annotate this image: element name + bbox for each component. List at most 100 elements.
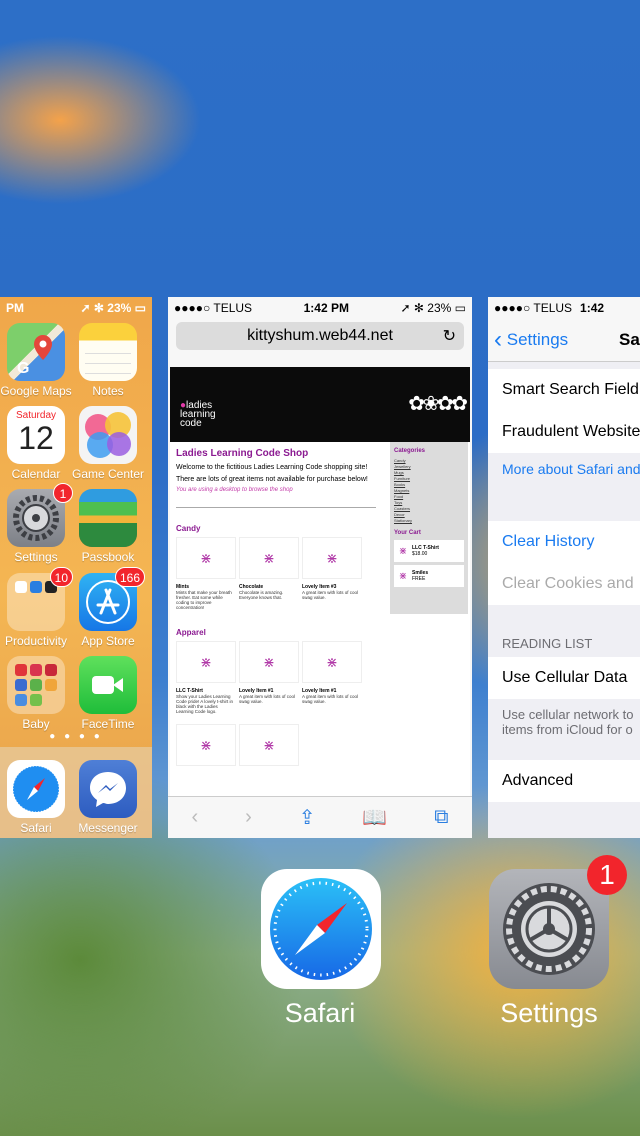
battery-icon: ▭: [134, 301, 146, 315]
status-time: PM: [6, 301, 24, 315]
reload-icon[interactable]: ↻: [443, 326, 456, 346]
share-icon[interactable]: ⇪: [299, 805, 316, 830]
notes-icon: [79, 323, 137, 381]
row-use-cellular-data[interactable]: Use Cellular Data: [488, 657, 640, 699]
categories-title: Categories: [394, 448, 426, 454]
svg-text:G: G: [17, 360, 29, 377]
cart-item[interactable]: ⋇ Smiles FREE: [394, 565, 464, 587]
row-label: Fraudulent Website: [502, 423, 640, 440]
section-title-apparel: Apparel: [176, 628, 206, 637]
safari-toolbar: ‹ › ⇪ 📖 ⧉: [168, 796, 472, 838]
product-image-icon: ⋇: [239, 641, 299, 683]
passbook-icon: [79, 489, 137, 547]
status-battery-group: ➚ ✻ 23% ▭: [400, 301, 467, 315]
dock-app-messenger[interactable]: Messenger: [70, 760, 146, 835]
address-bar[interactable]: kittyshum.web44.net ↻: [176, 322, 464, 350]
status-bar: ●●●●○ TELUS 1:42 PM ➚ ✻ 23% ▭: [168, 297, 472, 319]
navigation-bar: ‹ Settings Saf: [488, 319, 640, 362]
divider: [176, 507, 376, 508]
home-screen-card[interactable]: PM ➚ ✻ 23% ▭ G Google Maps Notes Saturda…: [0, 297, 152, 838]
app-passbook[interactable]: Passbook: [70, 489, 146, 564]
app-calendar[interactable]: Saturday 12 Calendar: [0, 406, 74, 481]
product-card[interactable]: ⋇ Lovely Item #1 A great item with lots of…: [302, 641, 362, 714]
cellular-footer-text: Use cellular network to: [502, 707, 634, 722]
nav-title: Saf: [619, 330, 640, 349]
row-advanced[interactable]: Advanced: [488, 760, 640, 802]
app-facetime[interactable]: FaceTime: [70, 656, 146, 731]
product-desc: Show your Ladies Learning Code pride! A …: [176, 694, 234, 714]
product-image-icon: ⋇: [302, 537, 362, 579]
battery-percent: 23%: [107, 301, 132, 315]
product-card[interactable]: ⋇ Lovely Item #1 A great item with lots of…: [239, 641, 299, 714]
more-about-link[interactable]: More about Safari and: [502, 461, 640, 477]
app-label: Messenger: [78, 821, 138, 835]
product-card[interactable]: ⋇ Lovely Item #3 A great item with lots of…: [302, 537, 362, 610]
row-fraudulent-website[interactable]: Fraudulent Website: [488, 411, 640, 453]
forward-chevron-icon[interactable]: ›: [245, 806, 252, 829]
product-image-icon: ⋇: [176, 641, 236, 683]
product-image-icon[interactable]: ⋇: [239, 724, 299, 766]
back-chevron-icon[interactable]: ‹: [191, 806, 198, 829]
battery-icon: ▭: [454, 301, 466, 315]
product-image-icon: ⋇: [239, 537, 299, 579]
product-card[interactable]: ⋇ Mints Mints that make your breath freshe…: [176, 537, 236, 610]
app-label: App Store: [81, 634, 135, 648]
bookmarks-book-icon[interactable]: 📖: [362, 805, 387, 830]
app-app-store[interactable]: 166 App Store: [70, 567, 146, 648]
page-dots[interactable]: ● ● ● ●: [0, 731, 152, 742]
dock: Safari Messenger: [0, 747, 152, 838]
app-store-icon: 166: [79, 567, 145, 631]
product-image-icon: ⋇: [176, 537, 236, 579]
product-card[interactable]: ⋇ LLC T-Shirt Show your Ladies Learning Co…: [176, 641, 236, 714]
app-google-maps[interactable]: G Google Maps: [0, 323, 74, 398]
app-label: FaceTime: [81, 717, 135, 731]
folder-icon: [7, 656, 65, 714]
status-bar: PM ➚ ✻ 23% ▭: [0, 297, 152, 319]
folder-baby[interactable]: Baby: [0, 656, 74, 731]
product-desc: A great item with lots of cool swag valu…: [302, 590, 359, 600]
status-time: 1:42 PM: [303, 301, 349, 315]
row-smart-search-field[interactable]: Smart Search Field: [488, 369, 640, 411]
category-list: Candy Jewellery Mugs Furniture Books Magnets F…: [394, 458, 464, 524]
page-title: Ladies Learning Code Shop: [176, 448, 309, 459]
cart-item[interactable]: ⋇ LLC T-Shirt $18.00: [394, 540, 464, 562]
site-logo[interactable]: ●ladies learning code: [180, 401, 216, 429]
intro-text: There are lots of great items not availa…: [176, 476, 368, 483]
flower-decoration-icon: ✿ ❀ ✿ ✿: [408, 393, 468, 415]
safari-compass-icon: [270, 878, 372, 980]
product-image-icon[interactable]: ⋇: [176, 724, 236, 766]
product-desc: Mints that make your breath fresher. Eat…: [176, 590, 232, 610]
product-image-icon: ⋇: [398, 570, 408, 582]
sidebar: Categories Candy Jewellery Mugs Furniture Bo…: [390, 442, 468, 614]
app-game-center[interactable]: Game Center: [70, 406, 146, 481]
app-settings[interactable]: 1 Settings: [0, 483, 74, 564]
calendar-day: Saturday: [15, 410, 57, 421]
intro-text: Welcome to the fictitious Ladies Learnin…: [176, 464, 368, 471]
switcher-safari-icon[interactable]: [261, 869, 381, 989]
product-card[interactable]: ⋇ Chocolate Chocolate is amazing. Everyone…: [239, 537, 299, 610]
switcher-settings-icon[interactable]: 1: [489, 855, 627, 989]
notification-badge: 166: [114, 567, 145, 587]
calendar-icon: Saturday 12: [7, 406, 65, 464]
folder-productivity[interactable]: 10 Productivity: [0, 567, 74, 648]
back-button[interactable]: ‹ Settings: [488, 326, 568, 354]
row-clear-cookies[interactable]: Clear Cookies and: [488, 563, 640, 605]
settings-gear-icon: 1: [7, 483, 73, 547]
main-content: Ladies Learning Code Shop Welcome to the…: [170, 442, 382, 772]
settings-app-card[interactable]: ●●●●○ TELUS 1:42 ‹ Settings Saf Smart Se…: [488, 297, 640, 838]
battery-percent: 23%: [427, 301, 452, 315]
tabs-icon[interactable]: ⧉: [434, 806, 448, 829]
row-label: Clear History: [502, 533, 595, 550]
switcher-settings-label: Settings: [500, 998, 598, 1028]
status-time: 1:42: [580, 301, 605, 315]
web-page[interactable]: ●ladies learning code ✿ ❀ ✿ ✿ Ladies Lea…: [170, 367, 470, 797]
row-clear-history[interactable]: Clear History: [488, 521, 640, 563]
category-link[interactable]: Stationary: [394, 518, 464, 524]
back-label: Settings: [506, 330, 569, 349]
google-maps-icon: G: [7, 323, 65, 381]
carrier: ●●●●○ TELUS: [174, 301, 253, 315]
dock-app-safari[interactable]: Safari: [0, 760, 74, 835]
desktop-notice[interactable]: You are using a desktop to browse the sh…: [176, 487, 376, 493]
safari-app-card[interactable]: ●●●●○ TELUS 1:42 PM ➚ ✻ 23% ▭ kittyshum.…: [168, 297, 472, 838]
app-notes[interactable]: Notes: [70, 323, 146, 398]
